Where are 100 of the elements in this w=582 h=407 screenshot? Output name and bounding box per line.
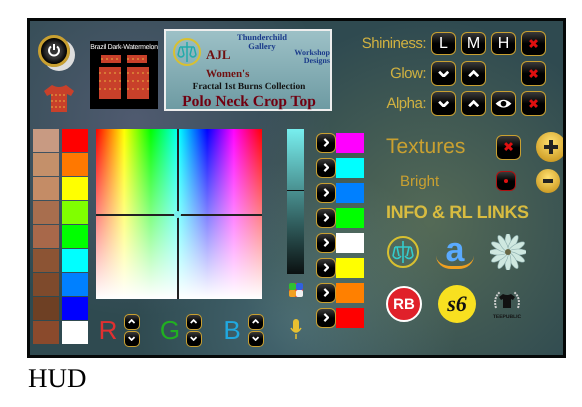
studio-name: Workshop Designs <box>293 49 330 65</box>
color-swatch[interactable] <box>62 249 88 272</box>
brightness-slider[interactable] <box>287 129 304 274</box>
shirt-icon <box>42 83 76 113</box>
arrow-button[interactable] <box>316 208 336 228</box>
links-heading: INFO & RL LINKS <box>386 202 530 222</box>
reset-button[interactable] <box>496 134 521 160</box>
color-swatch[interactable] <box>336 258 364 278</box>
arrow-button[interactable] <box>316 133 336 153</box>
eye-button[interactable] <box>491 91 516 116</box>
color-swatch[interactable] <box>62 153 88 176</box>
audience-label: Women's <box>206 69 250 80</box>
chevron-down-icon <box>190 336 198 342</box>
close-icon <box>528 68 538 78</box>
redbubble-link[interactable]: RB <box>386 286 422 322</box>
arrow-button[interactable] <box>316 283 336 303</box>
flower-icon[interactable] <box>490 234 526 270</box>
arrow-button[interactable] <box>316 233 336 253</box>
color-swatch[interactable] <box>33 201 59 224</box>
image-caption: HUD <box>28 363 86 393</box>
palette-icon[interactable] <box>288 282 304 298</box>
color-picker[interactable] <box>96 129 262 299</box>
color-swatch[interactable] <box>336 158 364 178</box>
color-swatch[interactable] <box>336 183 364 203</box>
close-icon <box>528 38 538 48</box>
chevron-down-icon <box>128 336 136 342</box>
down-button[interactable] <box>431 91 456 116</box>
society6-link[interactable]: s6 <box>438 285 476 323</box>
color-swatch[interactable] <box>33 153 59 176</box>
down-button[interactable] <box>431 61 456 86</box>
color-swatch[interactable] <box>62 201 88 224</box>
arrow-button[interactable] <box>316 258 336 278</box>
reset-button[interactable] <box>521 31 546 56</box>
color-swatch[interactable] <box>33 273 59 296</box>
color-swatch[interactable] <box>33 321 59 344</box>
textures-label: Textures <box>386 135 466 159</box>
brand-name: AJL <box>206 48 231 61</box>
scales-logo-icon[interactable] <box>386 235 420 269</box>
collection-name: Fractal 1st Burns Collection <box>192 83 306 92</box>
color-swatch[interactable] <box>33 297 59 320</box>
eye-icon <box>494 98 512 110</box>
channel-label: R <box>98 317 118 343</box>
down-button[interactable] <box>248 330 264 346</box>
chevron-right-icon <box>322 163 330 173</box>
chevron-up-icon <box>128 318 136 324</box>
bright-label: Bright <box>399 172 440 190</box>
color-swatch[interactable] <box>33 249 59 272</box>
channel-label: G <box>158 317 182 343</box>
chevron-up-icon <box>252 318 260 324</box>
down-button[interactable] <box>124 330 140 346</box>
close-icon <box>504 142 514 152</box>
reset-button[interactable] <box>521 61 546 86</box>
up-button[interactable] <box>186 314 202 330</box>
chevron-right-icon <box>322 213 330 223</box>
power-icon <box>46 42 62 58</box>
slider-marker[interactable] <box>287 190 304 192</box>
close-icon <box>528 98 538 108</box>
chevron-right-icon <box>322 188 330 198</box>
color-swatch[interactable] <box>33 225 59 248</box>
add-button[interactable] <box>536 132 563 162</box>
setting-label: Alpha: <box>385 95 426 112</box>
up-button[interactable] <box>248 314 264 330</box>
remove-button[interactable] <box>536 169 560 193</box>
dot-icon <box>504 179 508 183</box>
up-button[interactable] <box>124 314 140 330</box>
level-button[interactable]: H <box>491 32 516 55</box>
arrow-button[interactable] <box>316 183 336 203</box>
gallery-name: Thunderchild Gallery <box>236 33 288 50</box>
color-swatch[interactable] <box>33 177 59 200</box>
color-swatch[interactable] <box>336 208 364 228</box>
scales-logo-icon <box>172 37 202 67</box>
chevron-right-icon <box>322 238 330 248</box>
color-swatch[interactable] <box>336 133 364 153</box>
color-swatch[interactable] <box>62 177 88 200</box>
color-swatch[interactable] <box>62 225 88 248</box>
up-button[interactable] <box>461 91 486 116</box>
color-swatch[interactable] <box>336 308 364 328</box>
arrow-button[interactable] <box>316 308 336 328</box>
color-swatch[interactable] <box>62 321 88 344</box>
bright-toggle[interactable] <box>496 171 516 191</box>
arrow-button[interactable] <box>316 158 336 178</box>
color-swatch[interactable] <box>62 129 88 152</box>
reset-button[interactable] <box>521 91 546 116</box>
chevron-up-icon <box>468 100 480 108</box>
chevron-down-icon <box>438 70 450 78</box>
color-swatch[interactable] <box>33 129 59 152</box>
chevron-up-icon <box>468 70 480 78</box>
setting-label: Shininess: <box>360 35 426 52</box>
down-button[interactable] <box>186 330 202 346</box>
chevron-down-icon <box>438 100 450 108</box>
color-swatch[interactable] <box>62 273 88 296</box>
up-button[interactable] <box>461 61 486 86</box>
color-swatch[interactable] <box>336 283 364 303</box>
color-swatch[interactable] <box>62 297 88 320</box>
chevron-right-icon <box>322 313 330 323</box>
chevron-down-icon <box>252 336 260 342</box>
level-button[interactable]: M <box>461 32 486 55</box>
microphone-icon[interactable] <box>290 318 302 340</box>
level-button[interactable]: L <box>431 32 456 55</box>
color-swatch[interactable] <box>336 233 364 253</box>
